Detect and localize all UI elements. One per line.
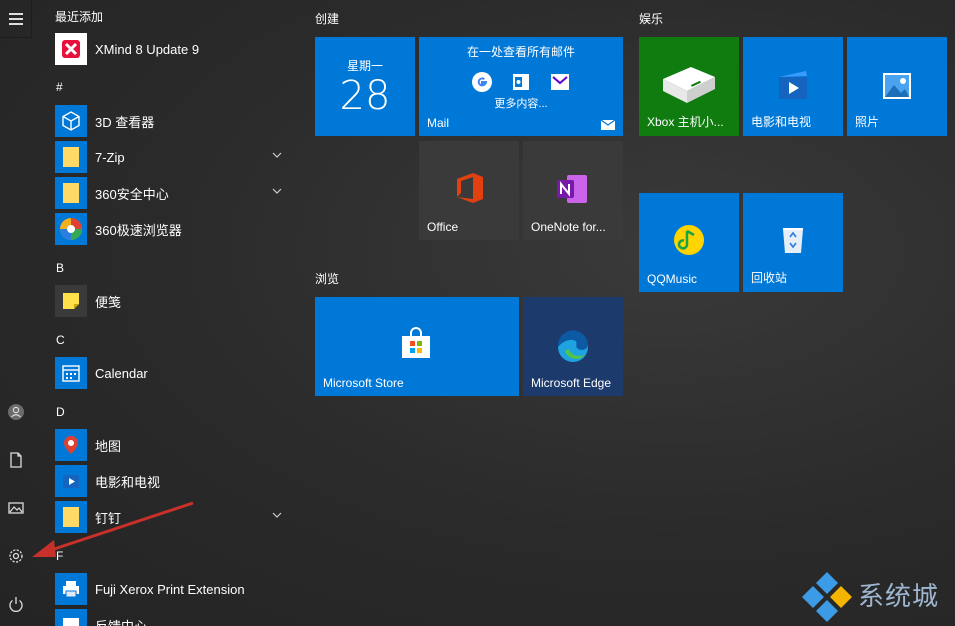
recycle-bin-icon: [783, 228, 803, 253]
app-360-browser[interactable]: 360极速浏览器: [55, 213, 295, 245]
360-browser-icon: [55, 213, 87, 245]
start-menu: 最近添加 XMind 8 Update 9 # 3D 查看器 7-Zip 360…: [0, 0, 955, 626]
app-movies-tv[interactable]: 电影和电视: [55, 465, 295, 497]
app-label: 便笺: [95, 294, 122, 310]
chevron-down-icon[interactable]: [271, 509, 283, 521]
tile-calendar[interactable]: 星期一 28: [315, 37, 415, 136]
app-label: 反馈中心: [95, 618, 148, 626]
tile-office[interactable]: Office: [419, 141, 519, 240]
movies-icon: [779, 71, 807, 99]
app-sticky-notes[interactable]: 便笺: [55, 285, 295, 317]
tile-qqmusic[interactable]: QQMusic: [639, 193, 739, 292]
watermark-diamond-icon: [802, 572, 852, 622]
letter-header: #: [56, 80, 63, 94]
xmind-icon: [55, 33, 87, 65]
tile-microsoft-edge[interactable]: Microsoft Edge: [523, 297, 623, 396]
chevron-down-icon[interactable]: [271, 149, 283, 161]
app-label: 地图: [95, 438, 122, 454]
power-icon[interactable]: [6, 594, 26, 614]
tile-label: 电影和电视: [751, 115, 812, 129]
mail-more-text: 更多内容...: [494, 98, 548, 110]
letter-header: D: [56, 405, 65, 419]
mail-headline: 在一处查看所有邮件: [466, 45, 575, 59]
sticky-notes-icon: [55, 285, 87, 317]
tile-recycle-bin[interactable]: 回收站: [743, 193, 843, 292]
app-label: 3D 查看器: [95, 114, 155, 130]
feedback-icon: [55, 609, 87, 626]
tile-microsoft-store[interactable]: Microsoft Store: [315, 297, 519, 396]
tile-label: Microsoft Store: [323, 376, 404, 390]
tile-label: OneNote for...: [531, 220, 606, 234]
app-7zip[interactable]: 7-Zip: [55, 141, 295, 173]
office-icon: [457, 173, 483, 203]
3d-viewer-icon: [55, 105, 87, 137]
movies-icon: [55, 465, 87, 497]
calendar-icon: [55, 357, 87, 389]
user-icon[interactable]: [6, 402, 26, 422]
chevron-down-icon[interactable]: [271, 185, 283, 197]
tile-label: 照片: [855, 115, 880, 129]
recent-header: 最近添加: [55, 10, 104, 24]
app-label: Fuji Xerox Print Extension: [95, 581, 245, 597]
annotation-arrow: [32, 501, 194, 557]
watermark-logo: 系统城: [800, 570, 955, 626]
tile-photos[interactable]: 照片: [847, 37, 947, 136]
calendar-day: 星期一: [346, 59, 383, 73]
menu-icon[interactable]: [0, 0, 32, 38]
tile-label: Office: [427, 220, 459, 234]
printer-icon: [55, 573, 87, 605]
envelope-icon: [601, 120, 615, 130]
tile-onenote[interactable]: OneNote for...: [523, 141, 623, 240]
tile-label: Mail: [427, 116, 450, 130]
app-maps[interactable]: 地图: [55, 429, 295, 461]
onenote-icon: [557, 175, 587, 203]
settings-icon[interactable]: [6, 546, 26, 566]
qqmusic-icon: [674, 225, 704, 255]
app-xmind[interactable]: XMind 8 Update 9: [55, 33, 295, 65]
app-label: 360极速浏览器: [95, 222, 182, 238]
tile-xbox[interactable]: Xbox 主机小...: [639, 37, 739, 136]
group-title-entertainment: 娱乐: [639, 12, 664, 26]
folder-icon: [55, 177, 87, 209]
outlook-icon: [513, 74, 529, 90]
pictures-icon[interactable]: [6, 498, 26, 518]
tile-label: Xbox 主机小...: [647, 115, 724, 129]
edge-icon: [557, 330, 588, 362]
app-label: 电影和电视: [95, 474, 161, 490]
calendar-date: 28: [339, 73, 391, 119]
folder-icon: [55, 141, 87, 173]
tile-label: Microsoft Edge: [531, 376, 612, 390]
app-label: XMind 8 Update 9: [95, 41, 200, 57]
maps-icon: [55, 429, 87, 461]
app-feedback[interactable]: 反馈中心: [55, 609, 295, 626]
app-3d-viewer[interactable]: 3D 查看器: [55, 105, 295, 137]
tile-label: QQMusic: [647, 272, 698, 286]
app-label: 7-Zip: [95, 149, 125, 165]
xbox-console-icon: [663, 67, 715, 103]
letter-header: C: [56, 333, 65, 347]
app-360-security[interactable]: 360安全中心: [55, 177, 295, 209]
store-icon: [402, 327, 430, 358]
app-fuji-xerox[interactable]: Fuji Xerox Print Extension: [55, 573, 295, 605]
photos-icon: [883, 73, 911, 99]
tile-movies-tv[interactable]: 电影和电视: [743, 37, 843, 136]
document-icon[interactable]: [6, 450, 26, 470]
group-title-browse: 浏览: [315, 272, 340, 286]
app-label: Calendar: [95, 365, 148, 381]
yahoo-mail-icon: [551, 74, 569, 90]
letter-header: B: [56, 261, 65, 275]
google-icon: [472, 72, 492, 92]
group-title-create: 创建: [315, 12, 340, 26]
app-calendar[interactable]: Calendar: [55, 357, 295, 389]
tile-mail[interactable]: 在一处查看所有邮件 更多内容... Mail: [419, 37, 623, 136]
watermark-text: 系统城: [858, 582, 940, 612]
tile-label: 回收站: [751, 271, 788, 285]
app-label: 360安全中心: [95, 186, 169, 202]
